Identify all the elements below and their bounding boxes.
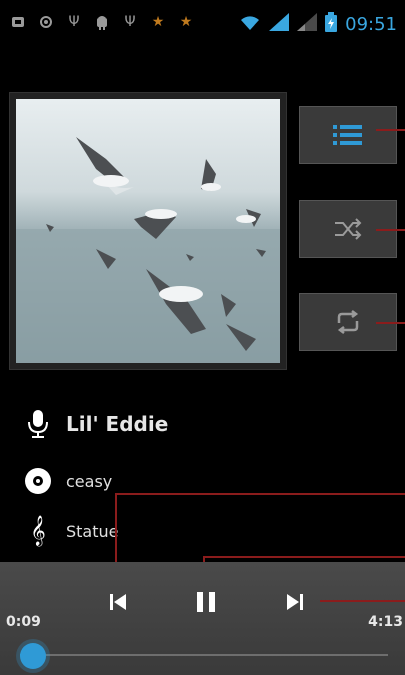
seek-track[interactable] xyxy=(20,654,388,656)
callout-line xyxy=(203,556,405,558)
artist-row: Lil' Eddie xyxy=(24,410,168,438)
playlist-icon xyxy=(333,123,363,147)
album-art-frame xyxy=(9,92,287,370)
callout-line xyxy=(376,229,405,231)
callout-line xyxy=(376,129,405,131)
notification-icon xyxy=(10,14,26,30)
sync-icon xyxy=(38,14,54,30)
callout-line xyxy=(320,600,405,602)
android-icon xyxy=(94,14,110,30)
usb-icon: Ψ xyxy=(124,14,136,30)
elapsed-time: 0:09 xyxy=(6,614,41,630)
signal-icon xyxy=(269,13,290,35)
status-bar: Ψ Ψ ★ ★ 09:51 xyxy=(0,0,405,46)
previous-icon xyxy=(109,593,127,615)
star-icon: ★ xyxy=(151,14,165,30)
next-icon xyxy=(286,593,304,615)
pause-button[interactable] xyxy=(190,588,222,620)
song-title: Statue xyxy=(66,521,119,541)
album-row: ceasy xyxy=(24,467,112,495)
signal-weak-icon xyxy=(297,13,318,35)
wifi-icon xyxy=(239,13,261,35)
playback-panel: 0:09 4:13 xyxy=(0,562,405,675)
callout-line xyxy=(376,322,405,324)
star-icon: ★ xyxy=(179,14,193,30)
shuffle-icon xyxy=(333,218,363,240)
playlist-button[interactable] xyxy=(299,106,397,164)
status-clock: 09:51 xyxy=(345,13,397,35)
callout-line xyxy=(115,493,405,495)
usb-icon: Ψ xyxy=(68,14,80,30)
seek-thumb[interactable] xyxy=(20,643,46,669)
song-row: 𝄞 Statue xyxy=(24,515,119,546)
treble-clef-icon: 𝄞 xyxy=(30,515,46,546)
battery-icon xyxy=(325,12,338,36)
album-art xyxy=(16,99,280,363)
pause-icon xyxy=(195,591,217,617)
disc-icon xyxy=(24,467,52,495)
album-name: ceasy xyxy=(66,471,113,491)
artist-name: Lil' Eddie xyxy=(66,412,169,436)
microphone-icon xyxy=(24,410,52,438)
next-button[interactable] xyxy=(279,588,311,620)
total-duration: 4:13 xyxy=(368,614,403,630)
repeat-icon xyxy=(335,310,361,334)
previous-button[interactable] xyxy=(102,588,134,620)
